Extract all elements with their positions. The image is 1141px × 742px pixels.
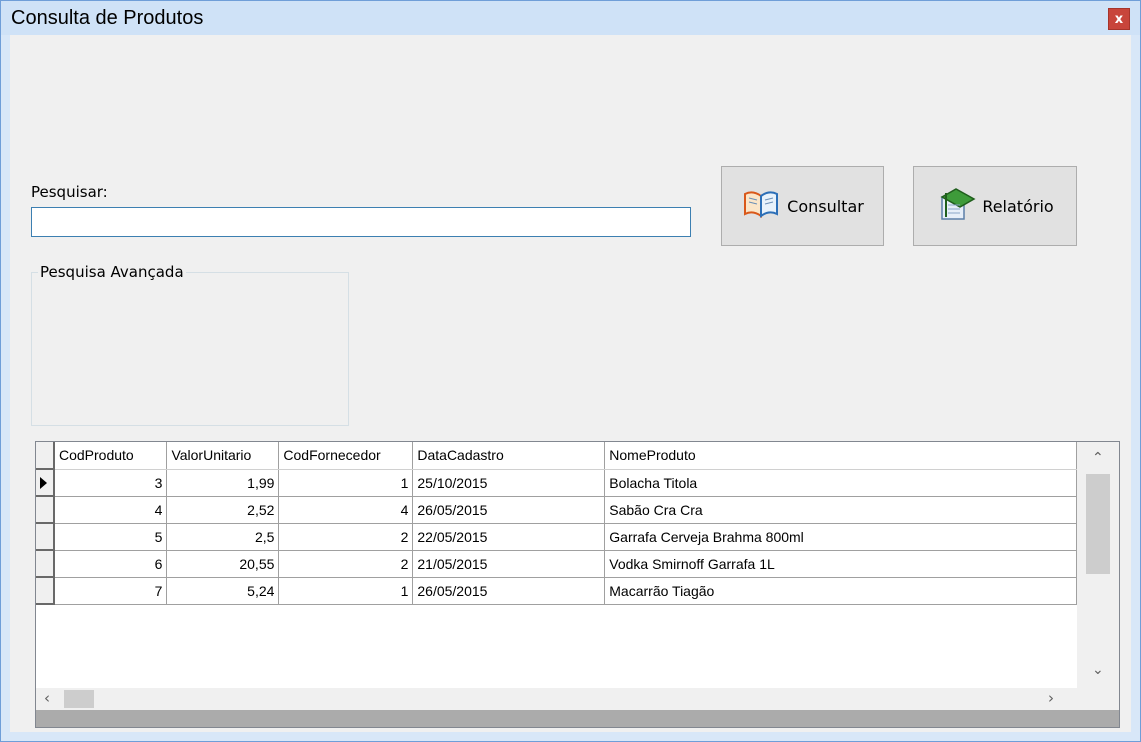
row-header[interactable]	[36, 550, 55, 578]
window-frame-left	[1, 35, 10, 741]
cell-nomeproduto[interactable]: Garrafa Cerveja Brahma 800ml	[604, 523, 1077, 551]
relatorio-button[interactable]: Relatório	[913, 166, 1077, 246]
main-window: Consulta de Produtos x Pesquisar: Consul…	[0, 0, 1141, 742]
row-header[interactable]	[36, 523, 55, 551]
open-book-icon	[741, 188, 781, 224]
column-header-codfornecedor[interactable]: CodFornecedor	[278, 442, 414, 470]
table-row[interactable]: 6 20,55 2 21/05/2015 Vodka Smirnoff Garr…	[36, 550, 1077, 578]
cell-datacadastro[interactable]: 25/10/2015	[412, 469, 606, 497]
scroll-down-arrow-icon[interactable]: ⌄	[1092, 662, 1104, 678]
grid-background: CodProduto ValorUnitario CodFornecedor D…	[36, 442, 1119, 727]
cell-valorunitario[interactable]: 20,55	[166, 550, 280, 578]
cell-nomeproduto[interactable]: Sabão Cra Cra	[604, 496, 1077, 524]
scrollbar-corner	[1077, 688, 1119, 710]
cell-datacadastro[interactable]: 26/05/2015	[412, 577, 606, 605]
cell-nomeproduto[interactable]: Macarrão Tiagão	[604, 577, 1077, 605]
advanced-search-legend: Pesquisa Avançada	[38, 263, 186, 281]
window-frame-right	[1131, 35, 1140, 741]
products-grid[interactable]: CodProduto ValorUnitario CodFornecedor D…	[35, 441, 1120, 728]
cell-codfornecedor[interactable]: 1	[278, 577, 414, 605]
header-row: CodProduto ValorUnitario CodFornecedor D…	[36, 442, 1077, 470]
cell-nomeproduto[interactable]: Vodka Smirnoff Garrafa 1L	[604, 550, 1077, 578]
green-notebook-icon	[936, 187, 976, 225]
cell-codproduto[interactable]: 3	[53, 469, 168, 497]
cell-codproduto[interactable]: 7	[53, 577, 168, 605]
cell-valorunitario[interactable]: 2,5	[166, 523, 280, 551]
consultar-label: Consultar	[787, 196, 864, 216]
cell-codfornecedor[interactable]: 1	[278, 469, 414, 497]
grid-area: CodProduto ValorUnitario CodFornecedor D…	[36, 442, 1077, 688]
cell-codfornecedor[interactable]: 2	[278, 550, 414, 578]
current-row-arrow-icon	[40, 476, 47, 489]
cell-valorunitario[interactable]: 5,24	[166, 577, 280, 605]
table-row[interactable]: 4 2,52 4 26/05/2015 Sabão Cra Cra	[36, 496, 1077, 524]
cell-codproduto[interactable]: 6	[53, 550, 168, 578]
cell-datacadastro[interactable]: 26/05/2015	[412, 496, 606, 524]
close-button[interactable]: x	[1108, 8, 1130, 30]
row-header-selected[interactable]	[36, 469, 55, 497]
cell-valorunitario[interactable]: 2,52	[166, 496, 280, 524]
cell-datacadastro[interactable]: 21/05/2015	[412, 550, 606, 578]
search-input[interactable]	[31, 207, 691, 237]
horizontal-scroll-thumb[interactable]	[64, 690, 94, 708]
client-area: Pesquisar: Consultar Relatório Pesquisa …	[10, 35, 1131, 732]
search-label: Pesquisar:	[31, 183, 108, 201]
relatorio-label: Relatório	[982, 196, 1054, 216]
cell-datacadastro[interactable]: 22/05/2015	[412, 523, 606, 551]
cell-codfornecedor[interactable]: 2	[278, 523, 414, 551]
title-bar[interactable]: Consulta de Produtos x	[1, 1, 1140, 35]
cell-codproduto[interactable]: 4	[53, 496, 168, 524]
column-header-codproduto[interactable]: CodProduto	[53, 442, 168, 470]
cell-nomeproduto[interactable]: Bolacha Titola	[604, 469, 1077, 497]
products-table: CodProduto ValorUnitario CodFornecedor D…	[36, 442, 1077, 605]
row-header[interactable]	[36, 577, 55, 605]
cell-codfornecedor[interactable]: 4	[278, 496, 414, 524]
horizontal-scrollbar[interactable]: ‹ ›	[36, 688, 1077, 710]
vertical-scroll-thumb[interactable]	[1086, 474, 1110, 574]
scroll-left-arrow-icon[interactable]: ‹	[44, 689, 50, 707]
corner-header[interactable]	[36, 442, 55, 470]
window-title: Consulta de Produtos	[11, 7, 204, 29]
scroll-right-arrow-icon[interactable]: ›	[1048, 689, 1054, 707]
table-row[interactable]: 5 2,5 2 22/05/2015 Garrafa Cerveja Brahm…	[36, 523, 1077, 551]
column-header-nomeproduto[interactable]: NomeProduto	[604, 442, 1077, 470]
advanced-search-group	[31, 272, 349, 426]
cell-valorunitario[interactable]: 1,99	[166, 469, 280, 497]
column-header-datacadastro[interactable]: DataCadastro	[412, 442, 606, 470]
window-frame-bottom	[1, 732, 1140, 741]
column-header-valorunitario[interactable]: ValorUnitario	[166, 442, 280, 470]
cell-codproduto[interactable]: 5	[53, 523, 168, 551]
table-row[interactable]: 3 1,99 1 25/10/2015 Bolacha Titola	[36, 469, 1077, 497]
row-header[interactable]	[36, 496, 55, 524]
consultar-button[interactable]: Consultar	[721, 166, 884, 246]
table-row[interactable]: 7 5,24 1 26/05/2015 Macarrão Tiagão	[36, 577, 1077, 605]
vertical-scrollbar[interactable]: ⌃ ⌄	[1077, 442, 1119, 688]
scroll-up-arrow-icon[interactable]: ⌃	[1092, 450, 1104, 466]
